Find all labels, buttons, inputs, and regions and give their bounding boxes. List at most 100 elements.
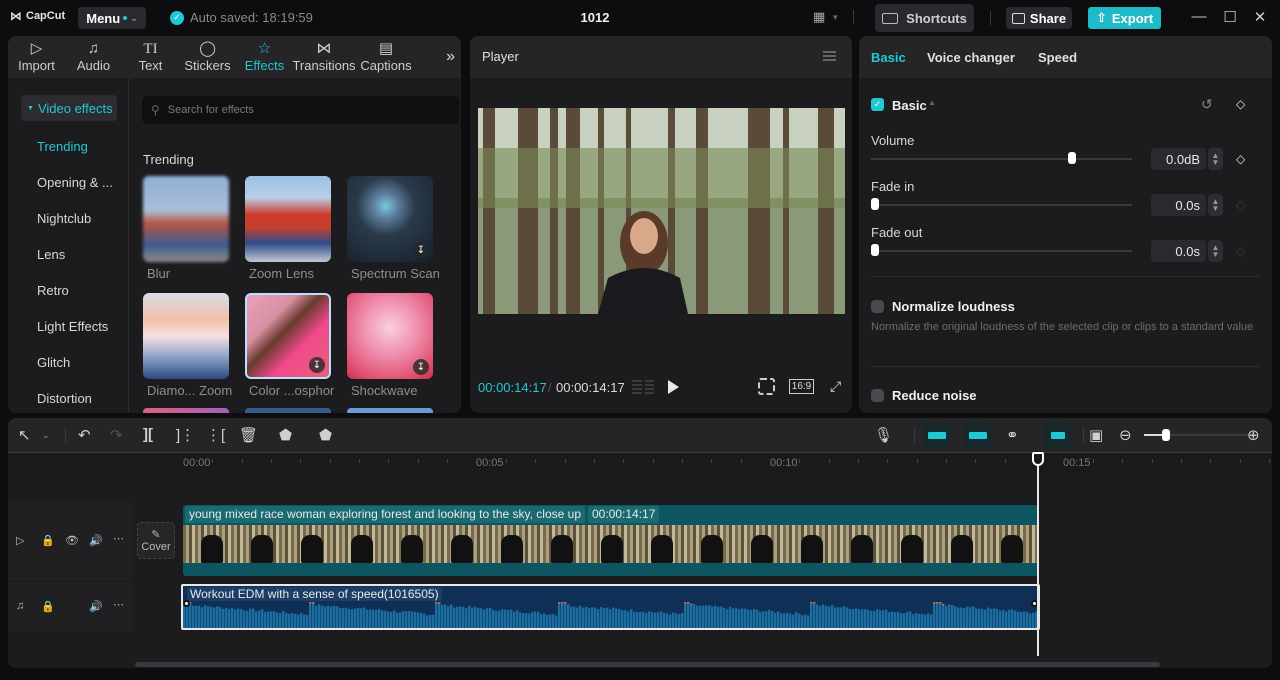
- audio-clip[interactable]: Workout EDM with a sense of speed(101650…: [181, 584, 1040, 630]
- download-icon[interactable]: ↧: [309, 357, 325, 373]
- fade-out-slider-handle[interactable]: [871, 244, 879, 256]
- fade-out-slider[interactable]: [871, 250, 1132, 252]
- reset-icon[interactable]: ↺: [1201, 96, 1213, 113]
- player-header: Player: [470, 36, 852, 78]
- playhead-line[interactable]: [1037, 452, 1039, 656]
- share-button[interactable]: Share: [1006, 7, 1072, 29]
- minimize-button[interactable]: —: [1189, 8, 1209, 25]
- basic-checkbox[interactable]: ✓: [871, 98, 884, 111]
- video-clip[interactable]: young mixed race woman exploring forest …: [183, 505, 1038, 576]
- keyframe-icon[interactable]: ◇: [1236, 152, 1245, 166]
- preview-axis-button[interactable]: [1045, 422, 1071, 448]
- visibility-eye-icon[interactable]: 👁: [65, 534, 79, 547]
- fade-in-stepper[interactable]: ▲ ▼: [1208, 194, 1223, 216]
- reduce-noise-checkbox[interactable]: [871, 389, 884, 402]
- effect-thumb-partial[interactable]: [245, 408, 331, 413]
- speaker-icon[interactable]: 🔊: [89, 600, 103, 613]
- tab-transitions[interactable]: ⋈ Transitions: [292, 36, 355, 78]
- link-icon[interactable]: ⚭: [1006, 426, 1019, 444]
- download-icon[interactable]: ↧: [413, 359, 429, 375]
- sidebar-item-nightclub[interactable]: Nightclub: [37, 211, 91, 226]
- tab-voice-changer[interactable]: Voice changer: [927, 50, 1015, 65]
- effect-thumb-spectrum-scan[interactable]: ↧: [347, 176, 433, 262]
- split-icon[interactable]: ][: [143, 426, 153, 443]
- effects-search-input[interactable]: ⚲ Search for effects: [142, 96, 459, 124]
- fade-in-slider[interactable]: [871, 204, 1132, 206]
- chevron-down-icon[interactable]: ⌄: [42, 430, 50, 441]
- sidebar-item-glitch[interactable]: Glitch: [37, 355, 70, 370]
- volume-slider-handle[interactable]: [1068, 152, 1077, 164]
- main-track-magnet-button[interactable]: [924, 422, 950, 448]
- split-left-icon[interactable]: ]⋮: [176, 426, 195, 444]
- tab-basic[interactable]: Basic: [871, 50, 906, 65]
- cover-button[interactable]: ✎ Cover: [137, 522, 175, 559]
- time-ruler[interactable]: 00:00 00:05 00:10 00:15: [8, 452, 1272, 474]
- close-button[interactable]: ✕: [1250, 8, 1270, 26]
- tab-stickers[interactable]: ◯ Stickers: [179, 36, 236, 78]
- fade-out-stepper[interactable]: ▲ ▼: [1208, 240, 1223, 262]
- zoom-in-icon[interactable]: ⊕: [1247, 426, 1260, 444]
- more-tabs-icon[interactable]: »: [446, 48, 455, 66]
- export-button[interactable]: ⇧ Export: [1088, 7, 1161, 29]
- fade-in-handle[interactable]: [183, 600, 190, 607]
- fade-out-value[interactable]: 0.0s: [1151, 240, 1206, 262]
- collapse-caret-icon[interactable]: ▲: [928, 98, 936, 107]
- volume-stepper[interactable]: ▲ ▼: [1208, 148, 1223, 170]
- tab-speed[interactable]: Speed: [1038, 50, 1077, 65]
- effect-thumb-zoom-lens[interactable]: [245, 176, 331, 262]
- sidebar-item-light-effects[interactable]: Light Effects: [37, 319, 108, 334]
- timeline-horizontal-scrollbar[interactable]: [135, 662, 1160, 667]
- zoom-out-icon[interactable]: ⊖: [1119, 426, 1132, 444]
- sidebar-item-trending[interactable]: Trending: [37, 139, 88, 154]
- tab-audio[interactable]: ♫ Audio: [65, 36, 122, 78]
- split-right-icon[interactable]: ⋮[: [206, 426, 225, 444]
- effect-thumb-color-phosphor[interactable]: ↧: [245, 293, 331, 379]
- volume-value[interactable]: 0.0dB: [1151, 148, 1206, 170]
- layout-button[interactable]: ▦ ▼: [813, 9, 855, 25]
- fade-in-slider-handle[interactable]: [871, 198, 879, 210]
- auto-snap-button[interactable]: [965, 422, 991, 448]
- effect-thumb-shockwave[interactable]: ↧: [347, 293, 433, 379]
- maximize-button[interactable]: ☐: [1220, 8, 1240, 26]
- aspect-ratio-button[interactable]: 16:9: [789, 379, 814, 394]
- speaker-icon[interactable]: 🔊: [89, 534, 103, 547]
- fit-view-icon[interactable]: [758, 378, 775, 395]
- more-options-icon[interactable]: ⋯: [113, 598, 124, 611]
- zoom-to-fit-icon[interactable]: ▣: [1089, 426, 1103, 444]
- sidebar-item-lens[interactable]: Lens: [37, 247, 65, 262]
- fade-in-value[interactable]: 0.0s: [1151, 194, 1206, 216]
- volume-slider[interactable]: [871, 158, 1132, 160]
- menu-button[interactable]: Menu ⌄: [78, 7, 146, 29]
- tab-captions[interactable]: ▤ Captions: [355, 36, 417, 78]
- play-icon[interactable]: [668, 380, 679, 394]
- fullscreen-icon[interactable]: ⤢: [830, 378, 841, 395]
- tab-effects[interactable]: ☆ Effects: [236, 36, 293, 78]
- delete-icon[interactable]: 🗑: [239, 426, 258, 444]
- keyframe-icon[interactable]: ◇: [1236, 97, 1245, 111]
- more-options-icon[interactable]: ⋯: [113, 532, 124, 545]
- lock-icon[interactable]: 🔒: [41, 534, 55, 547]
- video-preview[interactable]: [478, 108, 845, 314]
- menu-icon[interactable]: [823, 51, 836, 61]
- undo-icon[interactable]: ↶: [78, 426, 91, 444]
- normalize-loudness-checkbox[interactable]: [871, 300, 884, 313]
- sidebar-item-retro[interactable]: Retro: [37, 283, 69, 298]
- ai-mark-icon[interactable]: ⬟: [279, 426, 292, 444]
- tab-import[interactable]: ▷ Import: [8, 36, 65, 78]
- mark-icon[interactable]: ⬟: [319, 426, 332, 444]
- playhead-handle[interactable]: [1032, 452, 1044, 466]
- tab-text[interactable]: TI Text: [122, 36, 179, 78]
- effect-thumb-diamond-zoom[interactable]: [143, 293, 229, 379]
- microphone-icon[interactable]: 🎙: [874, 426, 893, 444]
- effect-thumb-partial[interactable]: [143, 408, 229, 413]
- select-tool-icon[interactable]: ↖: [18, 426, 31, 444]
- sidebar-item-opening[interactable]: Opening & ...: [37, 175, 113, 190]
- category-video-effects[interactable]: ▼ Video effects: [21, 95, 117, 121]
- shortcuts-button[interactable]: Shortcuts: [875, 4, 974, 32]
- effect-thumb-partial[interactable]: [347, 408, 433, 413]
- zoom-slider-handle[interactable]: [1162, 429, 1170, 441]
- download-icon[interactable]: ↧: [413, 242, 429, 258]
- sidebar-item-distortion[interactable]: Distortion: [37, 391, 92, 406]
- effect-thumb-blur[interactable]: [143, 176, 229, 262]
- lock-icon[interactable]: 🔒: [41, 600, 55, 613]
